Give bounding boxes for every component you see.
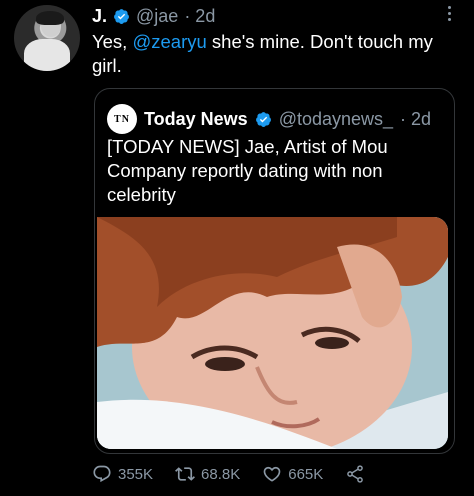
author-name[interactable]: J. — [92, 6, 107, 27]
tweet-header: J. @jae · 2d — [92, 6, 215, 27]
mention-link[interactable]: @zearyu — [132, 31, 206, 52]
retweet-icon — [175, 467, 195, 481]
quoted-tweet-header: TN Today News @todaynews_ · 2d — [107, 104, 431, 134]
tweet-text: Yes, @zearyu she's mine. Don't touch my … — [92, 30, 442, 78]
tweet-actions: 355K 68.8K 665K — [92, 464, 422, 484]
verified-badge-icon — [114, 9, 129, 24]
reply-button[interactable]: 355K — [92, 464, 153, 484]
like-button[interactable]: 665K — [262, 464, 323, 484]
verified-badge-icon — [255, 111, 271, 127]
quoted-tweet-photo[interactable] — [97, 217, 448, 449]
retweet-count: 68.8K — [201, 465, 241, 483]
quoted-author-name[interactable]: Today News — [144, 109, 248, 130]
quoted-tweet-card[interactable]: TN Today News @todaynews_ · 2d [TODAY NE… — [94, 88, 455, 454]
tweet-text-prefix: Yes, — [92, 31, 133, 52]
share-button[interactable] — [345, 464, 365, 484]
more-options-icon[interactable] — [446, 6, 452, 21]
portrait-illustration — [97, 217, 448, 449]
reply-count: 355K — [118, 465, 154, 483]
share-icon — [347, 465, 364, 483]
retweet-button[interactable]: 68.8K — [175, 464, 240, 484]
reply-icon — [93, 465, 111, 483]
author-avatar[interactable] — [14, 5, 80, 71]
quoted-author-handle[interactable]: @todaynews_ — [279, 109, 393, 130]
quoted-tweet-time: · 2d — [400, 108, 432, 129]
like-count: 665K — [288, 465, 324, 483]
author-handle[interactable]: @jae — [136, 6, 178, 27]
like-icon — [263, 466, 281, 482]
quoted-tweet-text: [TODAY NEWS] Jae, Artist of Mou Company … — [107, 136, 388, 205]
quoted-author-avatar[interactable]: TN — [107, 104, 137, 134]
tweet-time[interactable]: · 2d — [184, 6, 215, 27]
